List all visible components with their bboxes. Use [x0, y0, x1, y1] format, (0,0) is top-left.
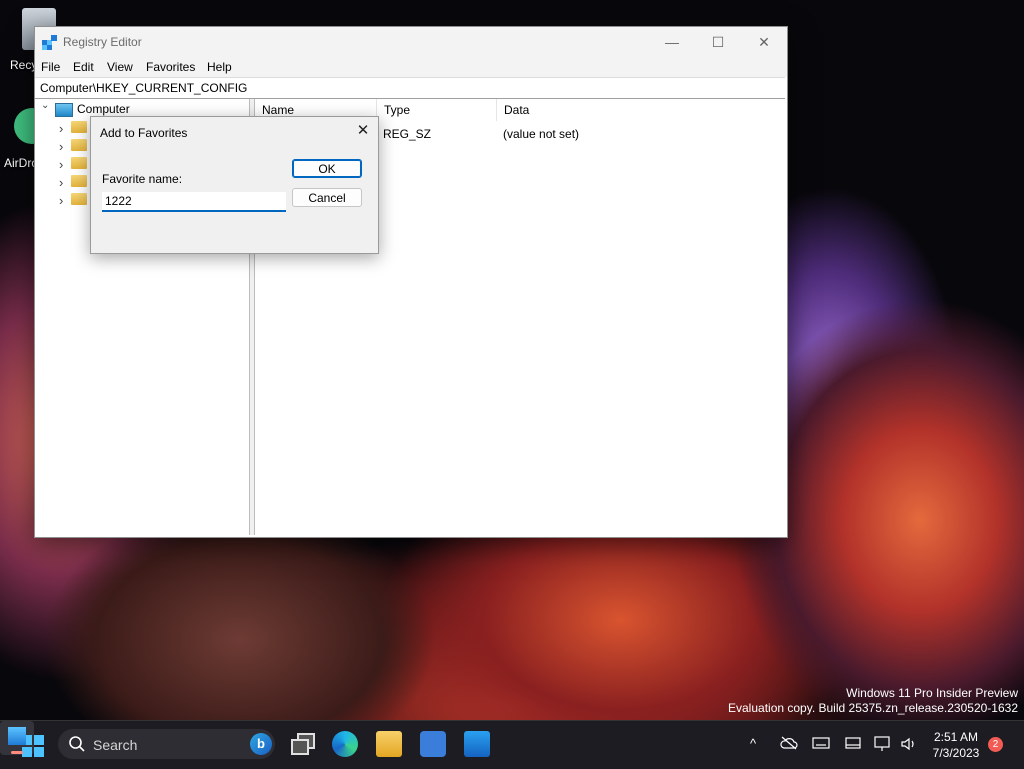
- menu-edit[interactable]: Edit: [73, 60, 94, 74]
- evaluation-watermark: Windows 11 Pro Insider Preview Evaluatio…: [728, 686, 1018, 716]
- column-header-type[interactable]: Type: [377, 99, 497, 121]
- keyboard-icon[interactable]: [812, 736, 830, 750]
- clock-time: 2:51 AM: [933, 730, 979, 744]
- favorite-name-input[interactable]: [102, 192, 286, 212]
- desktop-icon-label: AirDro: [4, 156, 39, 170]
- window-title: Registry Editor: [63, 35, 142, 49]
- watermark-line-2: Evaluation copy. Build 25375.zn_release.…: [728, 701, 1018, 715]
- value-row-type[interactable]: REG_SZ: [383, 127, 431, 141]
- minimize-button[interactable]: —: [649, 27, 695, 57]
- cancel-button[interactable]: Cancel: [292, 188, 362, 207]
- value-row-data[interactable]: (value not set): [503, 127, 579, 141]
- volume-icon[interactable]: [900, 736, 918, 752]
- task-view-button[interactable]: [289, 731, 315, 757]
- registry-editor-window: Registry Editor — ☐ ✕ File Edit View Fav…: [34, 26, 788, 538]
- add-to-favorites-dialog: Add to Favorites ✕ Favorite name: OK Can…: [90, 116, 379, 254]
- bing-icon[interactable]: b: [250, 733, 272, 755]
- regedit-icon: [8, 727, 26, 745]
- touchpad-icon[interactable]: [844, 736, 862, 750]
- chevron-right-icon[interactable]: ›: [59, 175, 63, 190]
- registry-editor-app-icon: [42, 35, 57, 50]
- taskbar-search-box[interactable]: Search b: [58, 729, 275, 759]
- column-header-data[interactable]: Data: [497, 99, 784, 121]
- chevron-right-icon[interactable]: ›: [59, 157, 63, 172]
- address-path: Computer\HKEY_CURRENT_CONFIG: [40, 81, 248, 95]
- file-explorer-taskbar-icon[interactable]: [376, 731, 402, 757]
- ok-button[interactable]: OK: [292, 159, 362, 178]
- computer-icon: [55, 103, 73, 117]
- chevron-right-icon[interactable]: ›: [59, 193, 63, 208]
- chevron-right-icon[interactable]: ›: [59, 121, 63, 136]
- microsoft-store-taskbar-icon[interactable]: [420, 731, 446, 757]
- folder-icon[interactable]: [71, 139, 87, 151]
- menu-bar: File Edit View Favorites Help: [35, 57, 787, 77]
- dialog-close-icon[interactable]: ✕: [353, 121, 373, 141]
- system-clock[interactable]: 2:51 AM 7/3/2023: [926, 729, 986, 761]
- folder-icon[interactable]: [71, 193, 87, 205]
- favorite-name-label: Favorite name:: [102, 172, 183, 186]
- network-icon[interactable]: [874, 736, 892, 752]
- onedrive-offline-icon[interactable]: [780, 736, 798, 750]
- show-hidden-icons-chevron-icon[interactable]: ^: [750, 736, 756, 751]
- folder-icon[interactable]: [71, 175, 87, 187]
- task-view-icon-pane: [291, 739, 309, 755]
- folder-icon[interactable]: [71, 157, 87, 169]
- menu-favorites[interactable]: Favorites: [146, 60, 195, 74]
- edge-taskbar-icon[interactable]: [332, 731, 358, 757]
- clock-date: 7/3/2023: [932, 746, 980, 760]
- search-placeholder: Search: [93, 737, 138, 753]
- close-button[interactable]: ✕: [741, 27, 787, 57]
- windows-logo-pane: [34, 747, 44, 757]
- mail-taskbar-icon[interactable]: [464, 731, 490, 757]
- notification-badge[interactable]: 2: [988, 737, 1003, 752]
- menu-file[interactable]: File: [41, 60, 60, 74]
- taskbar: Search b ^ 2:51 AM 7/3/2023 2: [0, 720, 1024, 769]
- expand-chevron-icon[interactable]: ⌄: [41, 100, 49, 111]
- maximize-button[interactable]: ☐: [695, 27, 741, 57]
- address-bar[interactable]: Computer\HKEY_CURRENT_CONFIG: [35, 77, 785, 99]
- search-icon: [69, 736, 85, 752]
- menu-view[interactable]: View: [107, 60, 133, 74]
- active-app-indicator: [11, 751, 23, 754]
- watermark-line-1: Windows 11 Pro Insider Preview: [846, 686, 1018, 700]
- title-bar[interactable]: Registry Editor — ☐ ✕: [35, 27, 787, 57]
- tree-node-label: Computer: [77, 102, 130, 116]
- dialog-title: Add to Favorites: [100, 126, 188, 140]
- menu-help[interactable]: Help: [207, 60, 232, 74]
- windows-logo-pane: [34, 735, 44, 745]
- chevron-right-icon[interactable]: ›: [59, 139, 63, 154]
- folder-icon[interactable]: [71, 121, 87, 133]
- windows-logo-pane: [22, 747, 32, 757]
